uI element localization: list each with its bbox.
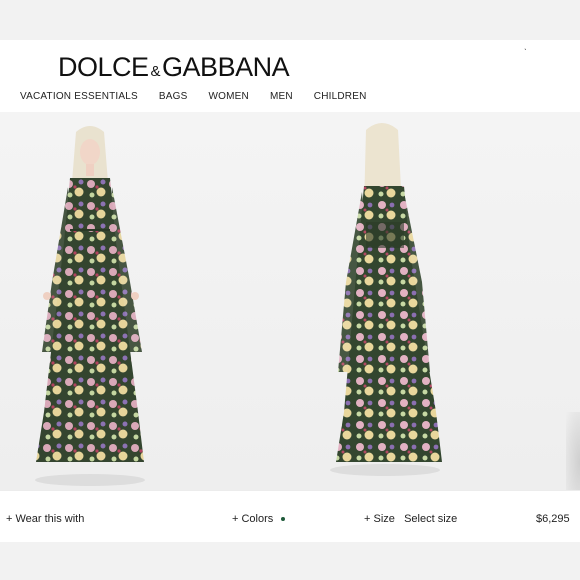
size-value: Select size xyxy=(404,513,458,525)
brand-name-right: GABBANA xyxy=(162,52,290,82)
main-nav: VACATION ESSENTIALS BAGS WOMEN MEN CHILD… xyxy=(20,91,388,102)
product-action-bar: + Wear this with + Colors + Size Select … xyxy=(0,490,580,543)
brand-logo[interactable]: DOLCE &GABBANA xyxy=(58,52,290,83)
colors-button[interactable]: + Colors xyxy=(232,513,286,525)
nav-item-men[interactable]: MEN xyxy=(270,91,293,102)
product-image-front[interactable] xyxy=(20,112,160,490)
nav-item-bags[interactable]: BAGS xyxy=(159,91,188,102)
brand-ampersand: & xyxy=(150,63,161,80)
bottom-band xyxy=(0,542,580,580)
nav-item-women[interactable]: WOMEN xyxy=(209,91,249,102)
product-image-back[interactable] xyxy=(310,112,450,490)
brand-name-left: DOLCE xyxy=(58,52,149,82)
site-header: DOLCE &GABBANA ˎ VACATION ESSENTIALS BAGS… xyxy=(0,40,580,112)
product-gallery xyxy=(0,112,580,490)
size-selector[interactable]: + Size Select size xyxy=(364,513,457,525)
size-label: + Size xyxy=(364,513,395,525)
wear-this-with-button[interactable]: + Wear this with xyxy=(6,513,84,525)
product-price: $6,295 xyxy=(536,513,570,525)
nav-item-vacation-essentials[interactable]: VACATION ESSENTIALS xyxy=(20,91,138,102)
corner-mark-icon: ˎ xyxy=(524,40,527,50)
next-image-peek xyxy=(566,412,580,490)
nav-item-children[interactable]: CHILDREN xyxy=(314,91,367,102)
top-band xyxy=(0,0,580,40)
color-swatch[interactable] xyxy=(281,517,286,522)
colors-label: + Colors xyxy=(232,513,274,525)
